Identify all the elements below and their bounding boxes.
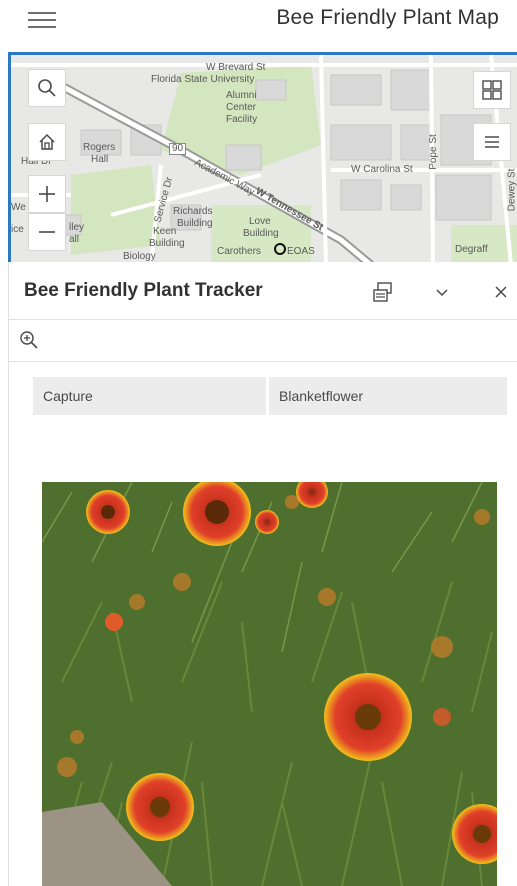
- zoom-to-button[interactable]: [19, 330, 41, 352]
- plant-photo: [42, 482, 497, 886]
- attribute-table: Capture Blanketflower: [33, 377, 507, 415]
- close-icon: [495, 286, 507, 298]
- map-label-all: all: [69, 234, 80, 245]
- attribute-value: Blanketflower: [269, 377, 507, 415]
- dock-button[interactable]: [371, 280, 395, 304]
- map-label-dewey: Dewey St: [506, 168, 517, 212]
- home-button[interactable]: [28, 123, 66, 161]
- map-label-center: Center: [226, 102, 257, 113]
- home-icon: [39, 133, 55, 150]
- map-label-route: 90: [169, 143, 187, 155]
- layer-list-button[interactable]: [473, 123, 511, 161]
- map-label-fsu: Florida State University: [151, 74, 255, 85]
- map-view[interactable]: W Brevard St Florida State University Al…: [8, 52, 517, 262]
- map-label-rogers: Rogers: [83, 142, 116, 153]
- minus-icon: [39, 231, 55, 233]
- menu-icon[interactable]: [28, 8, 56, 30]
- map-label-carolina: W Carolina St: [351, 164, 413, 175]
- map-label-we: We: [11, 202, 26, 213]
- map-label-alumni: Alumni: [226, 90, 257, 101]
- map-label-richards: Richards: [173, 206, 213, 217]
- zoom-out-button[interactable]: [28, 213, 66, 251]
- zoom-to-icon: [20, 331, 38, 349]
- dock-icon: [373, 282, 392, 302]
- map-label-hall: Hall: [91, 154, 109, 165]
- map-label-love: Love: [249, 216, 271, 227]
- layer-list-icon: [485, 136, 499, 148]
- map-label-carothers: Carothers: [217, 246, 261, 257]
- attribute-key: Capture: [33, 377, 269, 415]
- collapse-button[interactable]: [430, 280, 454, 304]
- map-label-facility: Facility: [226, 114, 258, 125]
- map-label-ice: ice: [11, 224, 24, 235]
- map-label-biology: Biology: [123, 251, 156, 262]
- map-label-pope: Pope St: [427, 134, 439, 170]
- map-label-keen-building: Building: [149, 238, 185, 249]
- map-label-keen: Keen: [153, 226, 177, 237]
- panel-toolbar: [9, 320, 517, 362]
- chevron-down-icon: [436, 289, 448, 297]
- map-label-lley: lley: [69, 222, 85, 233]
- map-label-degraff: Degraff: [455, 244, 488, 255]
- map-label-richards-building: Building: [177, 218, 213, 229]
- feature-panel: Bee Friendly Plant Tracker Capture Blank…: [8, 262, 517, 886]
- map-label-brevard: W Brevard St: [206, 62, 266, 73]
- app-title: Bee Friendly Plant Map: [276, 6, 499, 29]
- basemap-gallery-icon: [482, 80, 502, 100]
- search-icon: [38, 79, 56, 97]
- zoom-in-button[interactable]: [28, 175, 66, 213]
- app-header: Bee Friendly Plant Map: [0, 0, 517, 52]
- close-button[interactable]: [489, 280, 513, 304]
- plus-icon: [39, 186, 55, 202]
- map-label-eoas: EOAS: [287, 246, 315, 257]
- panel-header: Bee Friendly Plant Tracker: [9, 262, 517, 320]
- basemap-gallery-button[interactable]: [473, 71, 511, 109]
- search-button[interactable]: [28, 69, 66, 107]
- map-label-love-building: Building: [243, 228, 279, 239]
- blanketflower-photo-image: [42, 482, 497, 886]
- panel-title: Bee Friendly Plant Tracker: [24, 280, 263, 301]
